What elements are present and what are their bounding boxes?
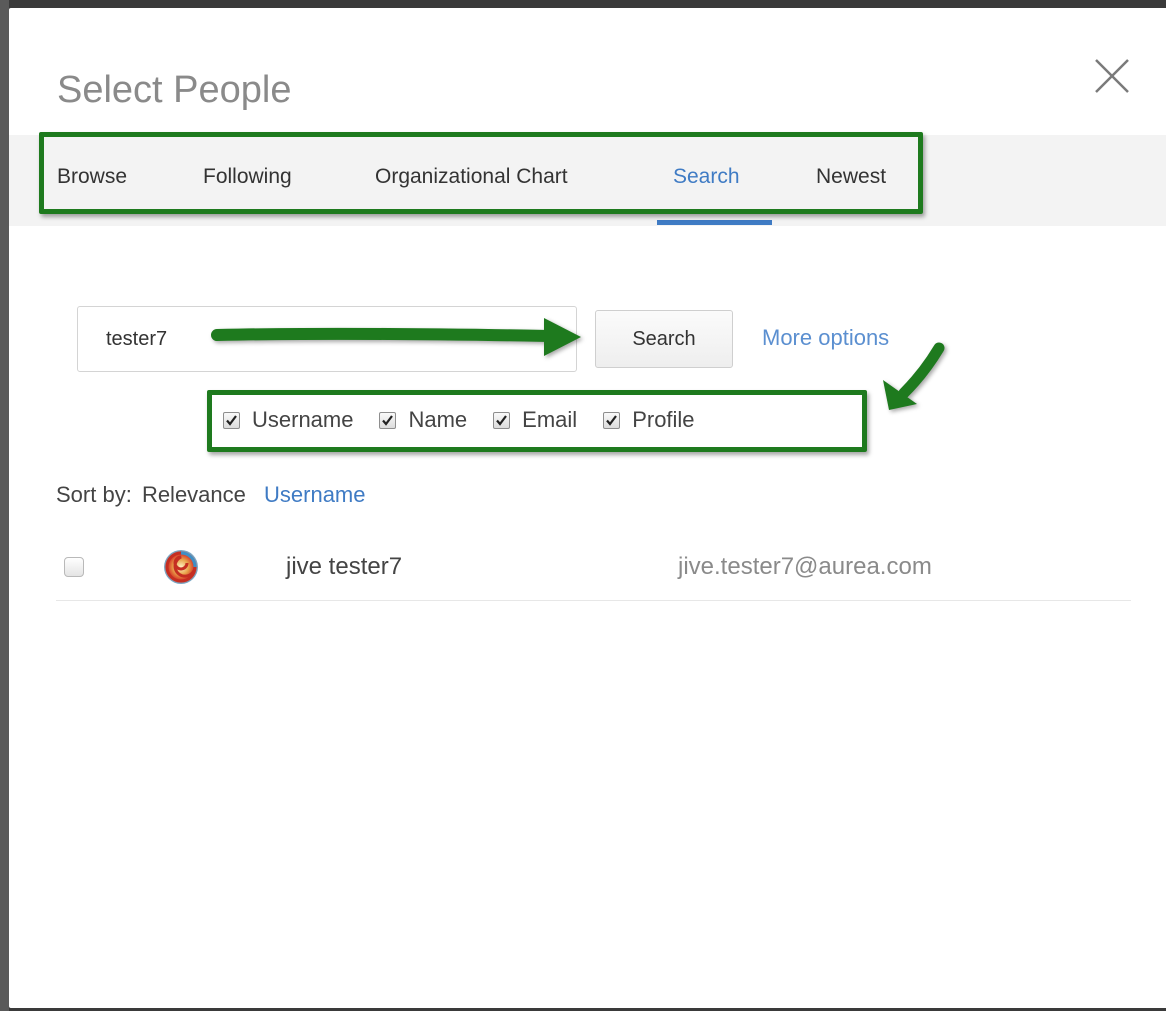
more-options-link[interactable]: More options	[762, 324, 889, 352]
sort-controls: Sort by: Relevance Username	[56, 481, 366, 509]
search-filter-options: Username Name Email Profile	[223, 404, 695, 436]
filter-name-checkbox[interactable]	[379, 411, 397, 429]
sort-option-username[interactable]: Username	[264, 482, 365, 507]
tab-organizational-chart[interactable]: Organizational Chart	[375, 163, 568, 191]
filter-profile-checkbox[interactable]	[603, 411, 621, 429]
result-email: jive.tester7@aurea.com	[678, 553, 932, 580]
filter-email[interactable]: Email	[493, 407, 577, 433]
close-button[interactable]	[1092, 56, 1132, 96]
dialog-title: Select People	[57, 69, 292, 111]
tab-search[interactable]: Search	[673, 163, 740, 191]
tab-newest[interactable]: Newest	[816, 163, 886, 191]
arrow-to-filters-icon	[883, 342, 945, 410]
result-name[interactable]: jive tester7	[286, 553, 402, 581]
filter-username-label: Username	[252, 407, 354, 432]
filter-profile[interactable]: Profile	[603, 407, 695, 433]
checkmark-icon	[382, 414, 394, 426]
tab-bar	[9, 135, 1166, 226]
filter-name-label: Name	[408, 407, 468, 432]
tab-following[interactable]: Following	[203, 163, 292, 191]
filter-name[interactable]: Name	[379, 407, 467, 433]
search-button[interactable]: Search	[595, 310, 733, 368]
sort-label: Sort by:	[56, 482, 132, 507]
tab-browse[interactable]: Browse	[57, 163, 127, 191]
sort-current: Relevance	[141, 482, 246, 507]
filter-email-checkbox[interactable]	[493, 411, 511, 429]
filter-username-checkbox[interactable]	[223, 411, 240, 429]
filter-profile-label: Profile	[632, 407, 695, 432]
result-select-checkbox[interactable]	[64, 557, 84, 577]
close-icon	[1095, 59, 1129, 93]
filter-username[interactable]: Username	[223, 407, 353, 433]
checkmark-icon	[226, 414, 237, 426]
avatar	[164, 550, 198, 584]
result-row[interactable]: jive tester7 jive.tester7@aurea.com	[56, 538, 1131, 601]
checkmark-icon	[606, 414, 618, 426]
active-tab-indicator	[657, 220, 772, 225]
search-input[interactable]	[77, 306, 577, 372]
select-people-dialog: Select People Browse Following Organizat…	[9, 8, 1166, 1008]
filter-email-label: Email	[522, 407, 578, 432]
background-edge	[0, 0, 9, 1011]
checkmark-icon	[496, 414, 508, 426]
